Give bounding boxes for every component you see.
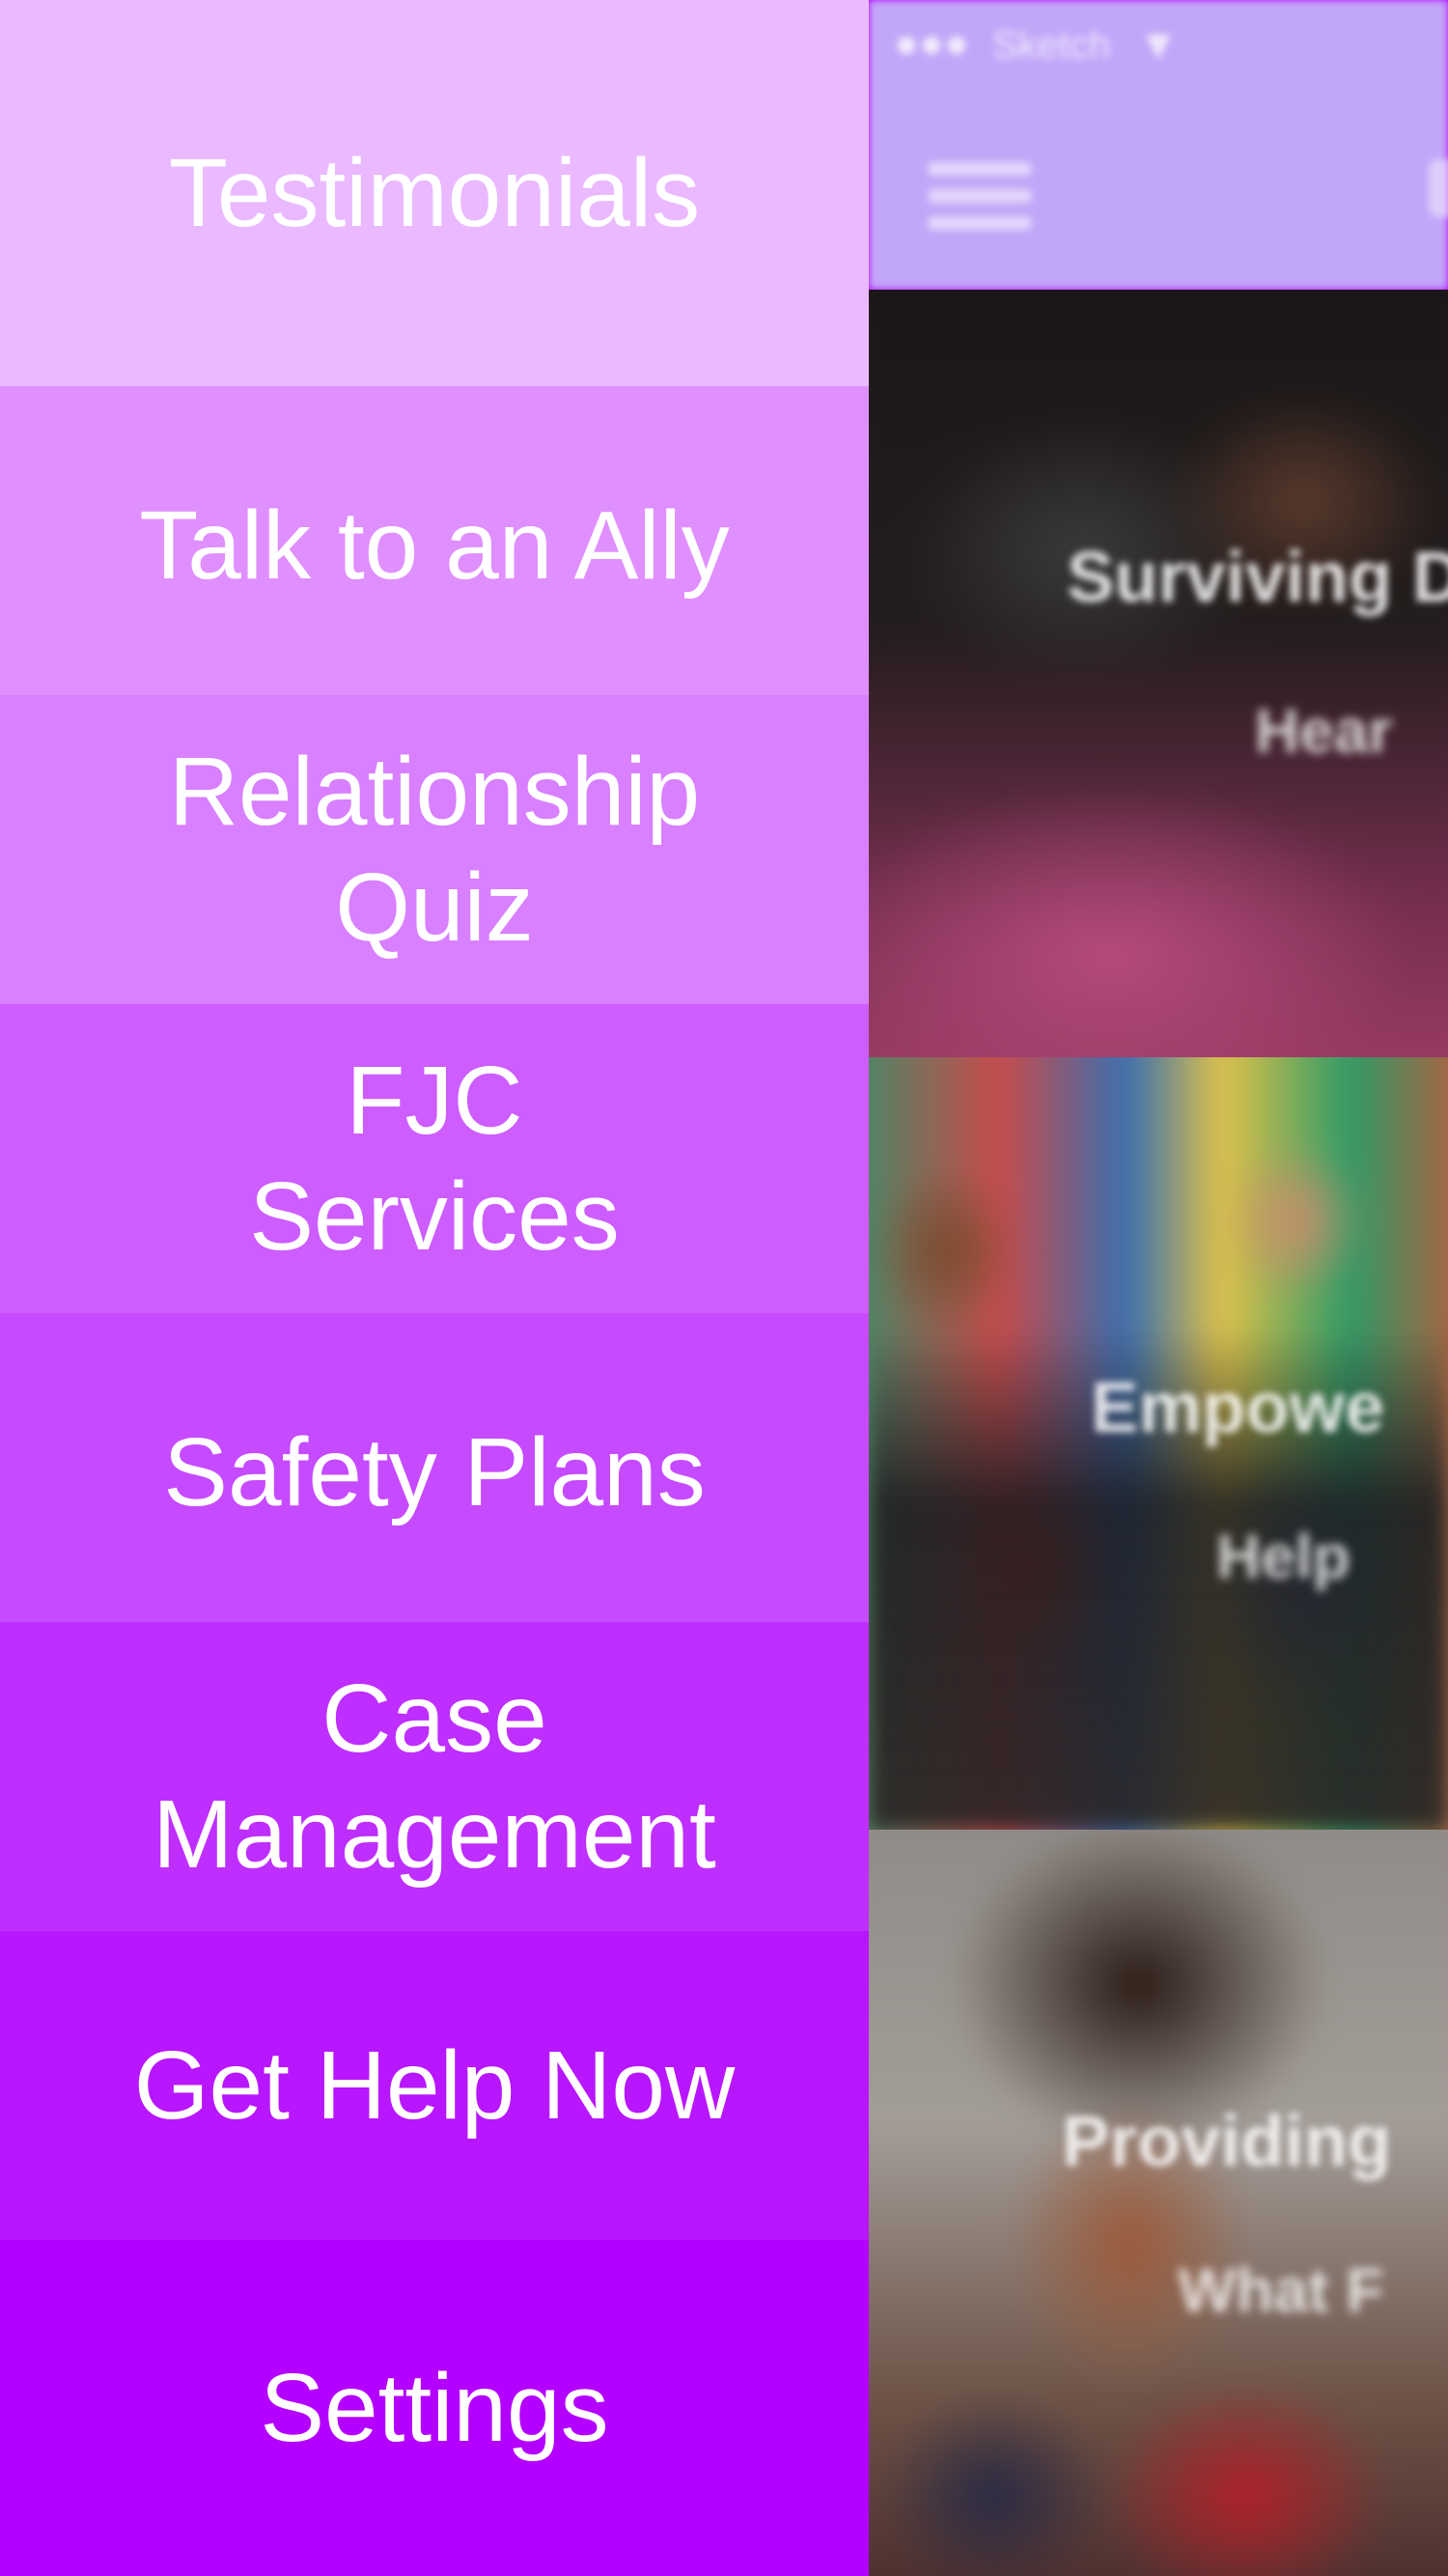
card-subtitle: Hear — [1255, 696, 1393, 766]
card-photo — [869, 290, 1448, 1057]
wifi-icon: ▼ — [1137, 21, 1180, 69]
signal-strength-icon — [898, 37, 965, 54]
menu-item-case-management[interactable]: Case Management — [0, 1622, 869, 1931]
feature-card-empowering[interactable]: Empowe Help — [869, 1057, 1448, 1830]
feature-card-surviving[interactable]: Surviving D Hear — [869, 290, 1448, 1057]
menu-item-relationship-quiz[interactable]: Relationship Quiz — [0, 695, 869, 1004]
menu-item-safety-plans[interactable]: Safety Plans — [0, 1313, 869, 1622]
card-title: Empowe — [1091, 1367, 1385, 1447]
menu-item-settings[interactable]: Settings — [0, 2240, 869, 2576]
background-app-screen: Sketch ▼ Surviving D Hear Empowe Help Pr… — [869, 0, 1448, 2576]
carrier-name: Sketch — [992, 23, 1111, 67]
menu-item-label: FJC Services — [249, 1047, 620, 1271]
header-action-icon[interactable] — [1429, 159, 1448, 217]
side-navigation-menu: Testimonials Talk to an Ally Relationshi… — [0, 0, 869, 2576]
card-title: Surviving D — [1067, 537, 1448, 617]
hamburger-menu-icon[interactable] — [929, 162, 1031, 230]
menu-item-label: Settings — [260, 2354, 609, 2462]
menu-item-label: Testimonials — [168, 139, 701, 247]
menu-item-label: Get Help Now — [133, 2031, 736, 2140]
feature-card-providing[interactable]: Providing What F — [869, 1830, 1448, 2576]
menu-item-testimonials[interactable]: Testimonials — [0, 0, 869, 386]
menu-item-label: Talk to an Ally — [139, 491, 730, 600]
menu-item-get-help-now[interactable]: Get Help Now — [0, 1931, 869, 2240]
status-bar: Sketch ▼ — [898, 21, 1180, 70]
menu-item-talk-to-an-ally[interactable]: Talk to an Ally — [0, 386, 869, 695]
card-subtitle: Help — [1216, 1522, 1351, 1591]
menu-item-label: Case Management — [153, 1665, 716, 1889]
app-header: Sketch ▼ — [869, 0, 1448, 290]
card-photo — [869, 1830, 1448, 2576]
menu-item-label: Safety Plans — [163, 1418, 706, 1526]
card-title: Providing — [1062, 2101, 1392, 2181]
menu-item-label: Relationship Quiz — [168, 738, 701, 962]
menu-item-fjc-services[interactable]: FJC Services — [0, 1004, 869, 1313]
card-subtitle: What F — [1178, 2255, 1384, 2325]
